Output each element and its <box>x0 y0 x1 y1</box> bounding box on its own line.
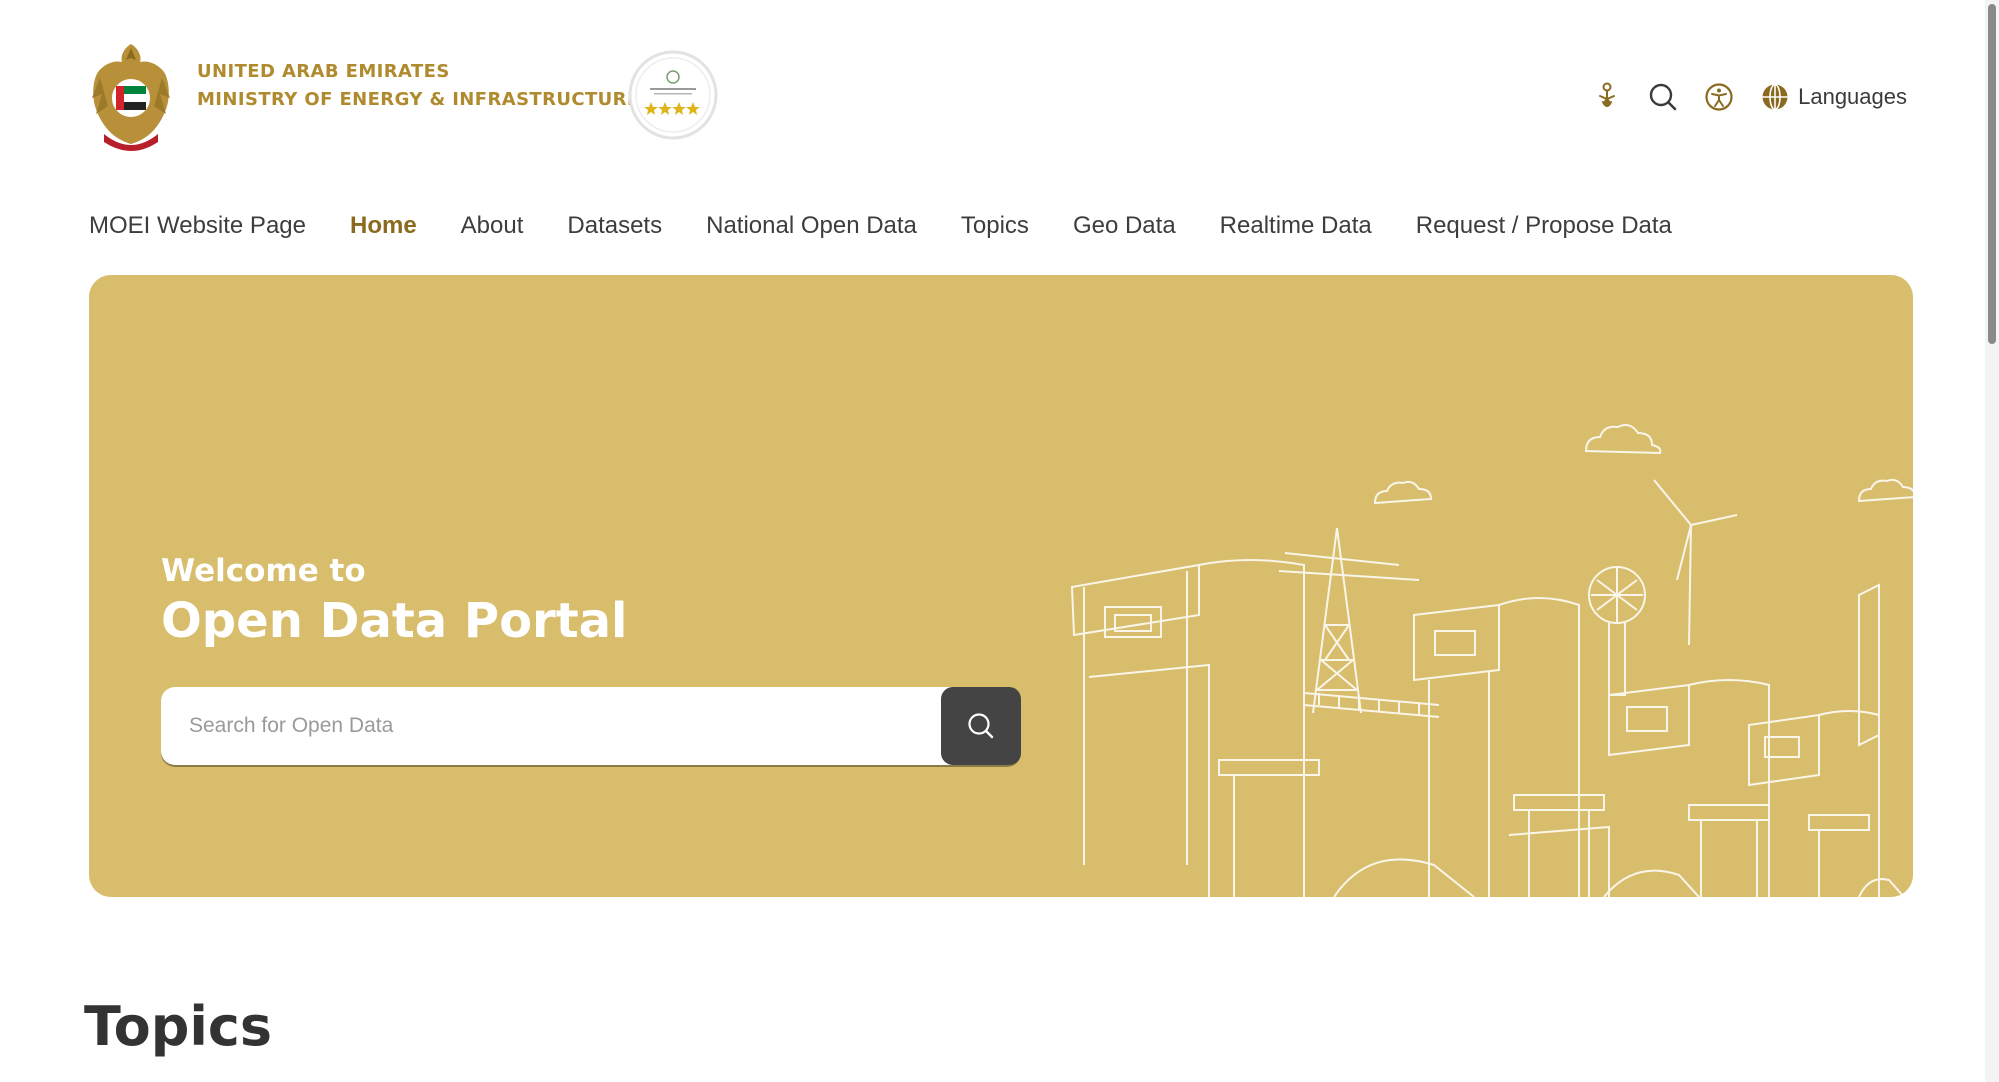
nav-item-home[interactable]: Home <box>350 206 417 246</box>
nav-item-realtime-data[interactable]: Realtime Data <box>1220 206 1372 246</box>
nav-item-request-propose-data[interactable]: Request / Propose Data <box>1416 206 1672 246</box>
uae-emblem-icon[interactable] <box>86 38 176 154</box>
four-star-rating-badge-icon <box>628 50 718 140</box>
nav-item-geo-data[interactable]: Geo Data <box>1073 206 1176 246</box>
languages-selector[interactable]: Languages <box>1760 82 1907 112</box>
hero-title: Open Data Portal <box>161 593 628 649</box>
topics-heading: Topics <box>84 995 273 1058</box>
hero-search <box>161 687 1021 765</box>
hero-pre-title: Welcome to <box>161 553 366 589</box>
ministry-name: UNITED ARAB EMIRATES MINISTRY OF ENERGY … <box>197 58 640 114</box>
nav-item-about[interactable]: About <box>461 206 524 246</box>
nav-item-national-open-data[interactable]: National Open Data <box>706 206 917 246</box>
page: UNITED ARAB EMIRATES MINISTRY OF ENERGY … <box>0 0 1999 1082</box>
search-input[interactable] <box>161 687 921 765</box>
languages-label: Languages <box>1798 84 1907 109</box>
main-nav: MOEI Website Page Home About Datasets Na… <box>89 206 1716 246</box>
nav-item-moei-website[interactable]: MOEI Website Page <box>89 206 306 246</box>
search-icon <box>968 713 994 739</box>
org-line-country: UNITED ARAB EMIRATES <box>197 61 450 82</box>
accessibility-icon[interactable] <box>1704 82 1734 112</box>
org-line-ministry: MINISTRY OF ENERGY & INFRASTRUCTURE <box>197 89 640 110</box>
site-header: UNITED ARAB EMIRATES MINISTRY OF ENERGY … <box>0 0 1999 190</box>
scrollbar-thumb[interactable] <box>1988 4 1996 344</box>
utility-bar: Languages <box>1592 77 1907 117</box>
search-button[interactable] <box>941 687 1021 765</box>
globe-icon <box>1760 82 1790 112</box>
nav-item-topics[interactable]: Topics <box>961 206 1029 246</box>
search-icon[interactable] <box>1648 82 1678 112</box>
hero-banner: Welcome to Open Data Portal <box>89 275 1913 897</box>
sign-language-icon[interactable] <box>1592 82 1622 112</box>
page-scrollbar[interactable] <box>1985 0 1999 1082</box>
nav-item-datasets[interactable]: Datasets <box>567 206 662 246</box>
